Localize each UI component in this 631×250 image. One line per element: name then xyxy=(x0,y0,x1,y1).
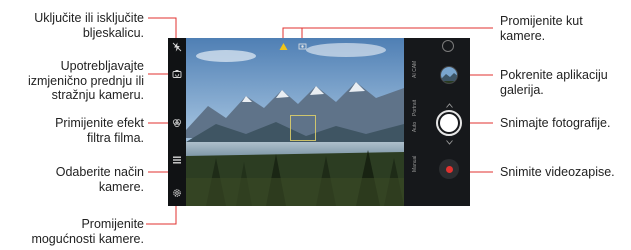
camera-mode-list: AI CAM Portrait Auto Manual xyxy=(408,38,422,206)
film-effect-icon[interactable] xyxy=(171,117,183,129)
switch-camera-icon[interactable] xyxy=(171,68,183,80)
label-film-effect: Primijenite efekt filtra filma. xyxy=(55,116,144,145)
label-video: Snimite videozapise. xyxy=(500,165,615,179)
wide-angle-icon[interactable] xyxy=(278,41,288,51)
flash-off-icon[interactable] xyxy=(171,41,183,53)
label-angle: Promijenite kut kamere. xyxy=(500,14,583,43)
mode-portrait[interactable]: Portrait xyxy=(412,100,418,116)
mode-auto[interactable]: Auto xyxy=(412,120,418,134)
shutter-button[interactable] xyxy=(436,110,462,136)
gallery-thumbnail[interactable] xyxy=(440,66,458,84)
label-photo: Snimajte fotografije. xyxy=(500,116,611,130)
more-circle-icon[interactable] xyxy=(442,40,454,52)
label-settings: Promijenite mogućnosti kamere. xyxy=(31,217,144,246)
focus-frame xyxy=(290,115,316,141)
label-gallery: Pokrenite aplikaciju galerija. xyxy=(500,68,608,97)
mode-manual[interactable]: Manual xyxy=(412,156,418,172)
camera-screen: AI CAM Portrait Auto Manual xyxy=(168,38,470,206)
chevron-down-icon xyxy=(445,139,453,145)
chevron-up-icon xyxy=(445,102,453,108)
camera-mode-icon[interactable] xyxy=(171,154,183,166)
record-video-button[interactable] xyxy=(439,159,459,179)
label-switch-camera: Upotrebljavajte izmjenično prednju ili s… xyxy=(27,59,144,102)
normal-angle-icon[interactable] xyxy=(297,41,307,51)
settings-gear-icon[interactable] xyxy=(171,187,183,199)
mode-ai-cam[interactable]: AI CAM xyxy=(412,61,418,78)
label-mode: Odaberite način kamere. xyxy=(55,165,144,194)
label-flash: Uključite ili isključite bljeskalicu. xyxy=(34,11,144,40)
